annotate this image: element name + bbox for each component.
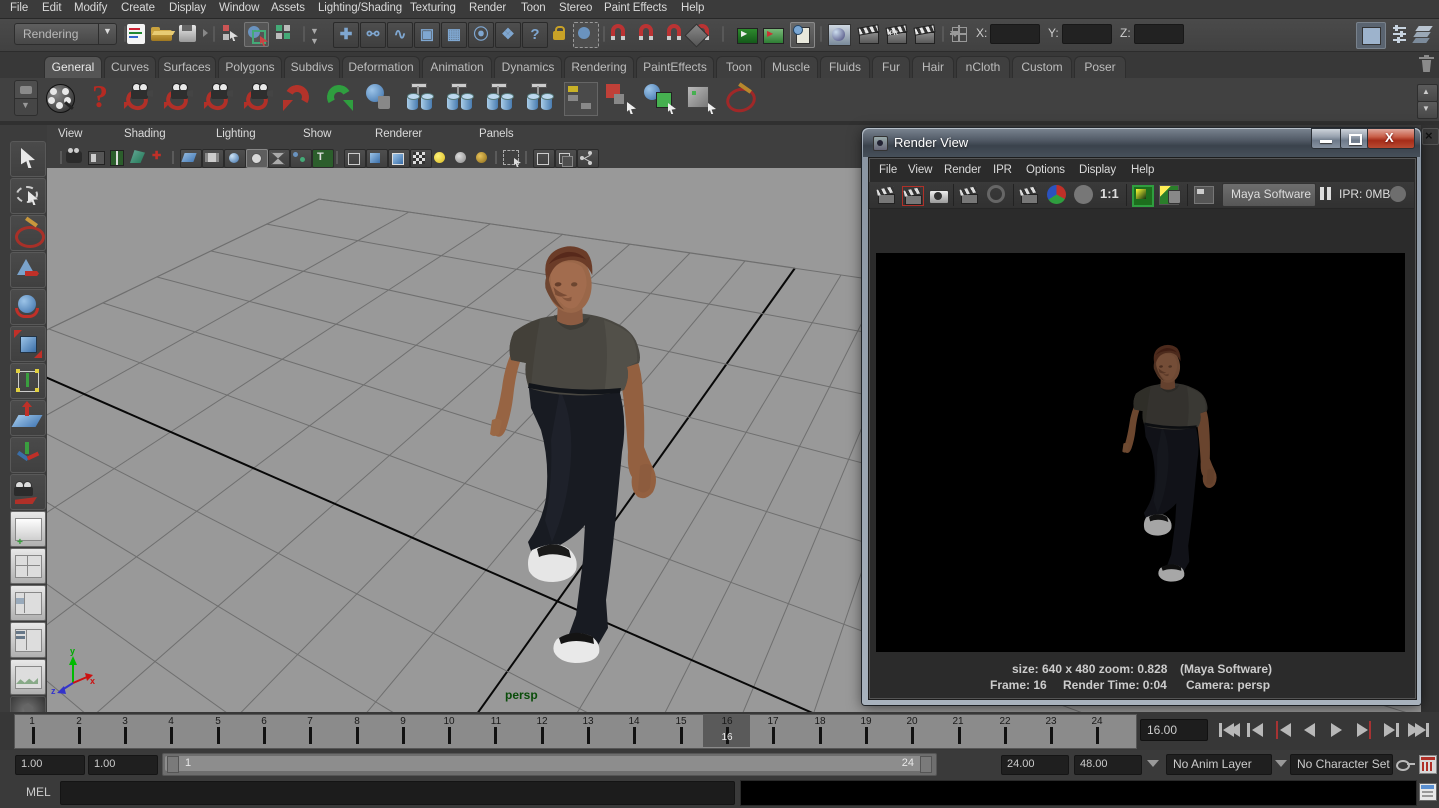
svg-text:x: x — [90, 676, 95, 686]
svg-text:y: y — [70, 646, 75, 656]
svg-text:z: z — [51, 686, 56, 696]
svg-text:persp: persp — [505, 688, 538, 702]
